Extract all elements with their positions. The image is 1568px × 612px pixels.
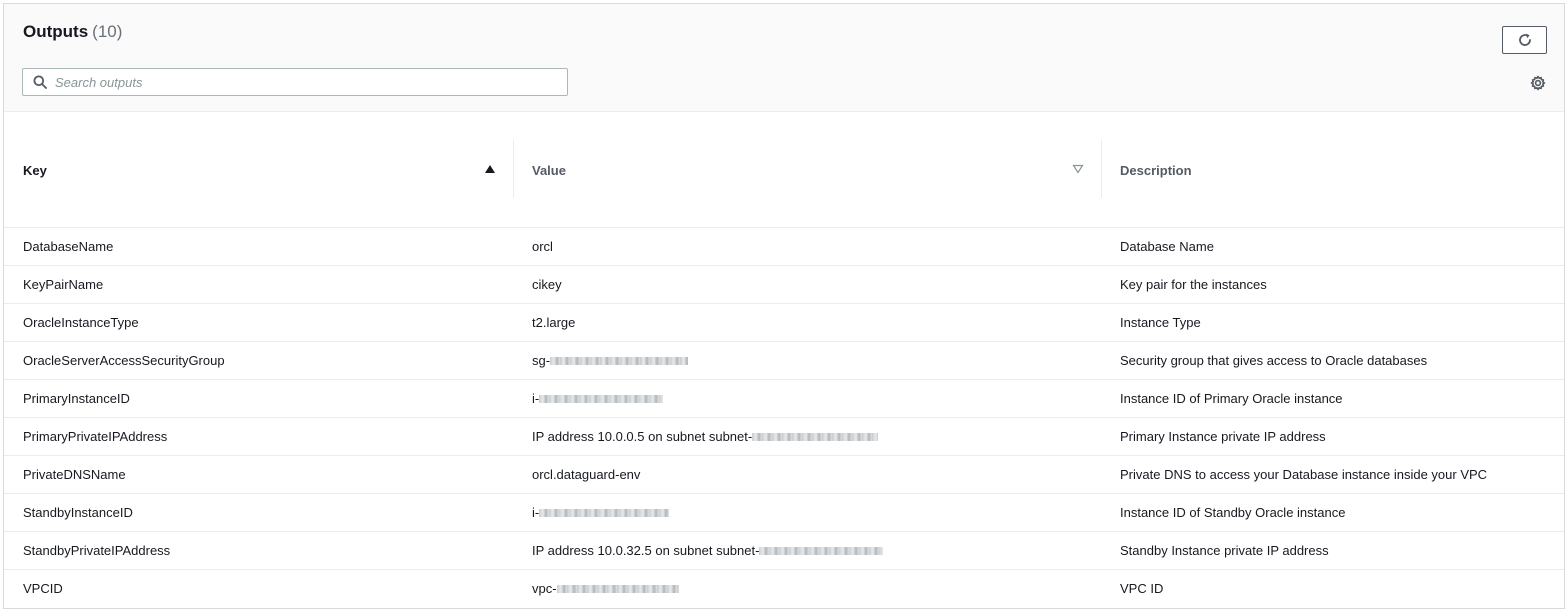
value-text: i-	[532, 391, 540, 406]
value-cell: i-	[532, 494, 1092, 531]
outputs-panel: Outputs (10) Search outputs Key Value De…	[3, 3, 1565, 609]
column-header-value[interactable]: Value	[513, 112, 1101, 228]
description-cell: Instance Type	[1120, 315, 1201, 330]
value-cell: t2.large	[532, 315, 576, 330]
key-cell: OracleServerAccessSecurityGroup	[23, 353, 225, 368]
key-cell: StandbyPrivateIPAddress	[23, 543, 171, 558]
gear-icon	[1530, 75, 1546, 91]
table-row: StandbyPrivateIPAddress IP address 10.0.…	[4, 532, 1564, 570]
caret-up-icon[interactable]	[484, 164, 496, 174]
value-text: i-	[532, 505, 540, 520]
table-row: KeyPairName cikey Key pair for the insta…	[4, 266, 1564, 304]
column-header-key-label: Key	[23, 162, 47, 178]
value-text: vpc-	[532, 581, 557, 596]
column-header-description[interactable]: Description	[1101, 112, 1564, 228]
redacted-value	[539, 508, 670, 517]
value-cell: IP address 10.0.0.5 on subnet subnet-	[532, 418, 1092, 455]
redacted-value	[539, 394, 664, 403]
key-cell: VPCID	[23, 581, 63, 596]
table-row: VPCID vpc- VPC ID	[4, 570, 1564, 608]
column-header-description-label: Description	[1120, 162, 1192, 178]
caret-down-outline-icon[interactable]	[1072, 164, 1084, 174]
search-icon	[33, 75, 47, 89]
panel-title: Outputs (10)	[23, 22, 122, 42]
value-cell: orcl	[532, 239, 553, 254]
table-header: Key Value Description	[4, 112, 1564, 228]
key-cell: DatabaseName	[23, 239, 114, 254]
value-text: sg-	[532, 353, 551, 368]
redacted-value	[752, 432, 879, 441]
description-cell: Private DNS to access your Database inst…	[1120, 467, 1488, 482]
value-text: IP address 10.0.32.5 on subnet subnet-	[532, 543, 760, 558]
key-cell: PrimaryPrivateIPAddress	[23, 429, 168, 444]
value-cell: IP address 10.0.32.5 on subnet subnet-	[532, 532, 1092, 569]
redacted-value	[550, 356, 689, 365]
panel-title-text: Outputs	[23, 22, 89, 41]
column-header-value-label: Value	[532, 162, 566, 178]
table-row: OracleInstanceType t2.large Instance Typ…	[4, 304, 1564, 342]
redacted-value	[556, 584, 679, 593]
refresh-button[interactable]	[1502, 26, 1547, 54]
value-cell: i-	[532, 380, 1092, 417]
key-cell: PrivateDNSName	[23, 467, 126, 482]
value-cell: sg-	[532, 342, 1092, 379]
description-cell: VPC ID	[1120, 581, 1164, 596]
search-box[interactable]	[22, 68, 568, 96]
description-cell: Security group that gives access to Orac…	[1120, 353, 1428, 368]
table-row: PrimaryPrivateIPAddress IP address 10.0.…	[4, 418, 1564, 456]
value-cell: cikey	[532, 277, 562, 292]
column-header-key[interactable]: Key	[4, 112, 513, 228]
description-cell: Primary Instance private IP address	[1120, 429, 1326, 444]
panel-header: Outputs (10)	[4, 4, 1564, 112]
refresh-icon	[1518, 33, 1531, 46]
outputs-count: (10)	[92, 22, 123, 41]
table-row: OracleServerAccessSecurityGroup sg- Secu…	[4, 342, 1564, 380]
table-row: PrivateDNSName orcl.dataguard-env Privat…	[4, 456, 1564, 494]
description-cell: Instance ID of Standby Oracle instance	[1120, 505, 1346, 520]
table-row: StandbyInstanceID i- Instance ID of Stan…	[4, 494, 1564, 532]
value-cell: orcl.dataguard-env	[532, 467, 641, 482]
key-cell: StandbyInstanceID	[23, 505, 133, 520]
settings-button[interactable]	[1530, 75, 1546, 91]
key-cell: PrimaryInstanceID	[23, 391, 130, 406]
table-row: PrimaryInstanceID i- Instance ID of Prim…	[4, 380, 1564, 418]
description-cell: Instance ID of Primary Oracle instance	[1120, 391, 1343, 406]
key-cell: KeyPairName	[23, 277, 104, 292]
table-row: DatabaseName orcl Database Name	[4, 228, 1564, 266]
redacted-value	[759, 546, 884, 555]
description-cell: Key pair for the instances	[1120, 277, 1267, 292]
description-cell: Database Name	[1120, 239, 1214, 254]
key-cell: OracleInstanceType	[23, 315, 139, 330]
value-cell: vpc-	[532, 570, 1092, 607]
value-text: IP address 10.0.0.5 on subnet subnet-	[532, 429, 753, 444]
description-cell: Standby Instance private IP address	[1120, 543, 1329, 558]
search-input[interactable]	[55, 69, 555, 95]
table-body: DatabaseName orcl Database Name KeyPairN…	[4, 228, 1564, 608]
